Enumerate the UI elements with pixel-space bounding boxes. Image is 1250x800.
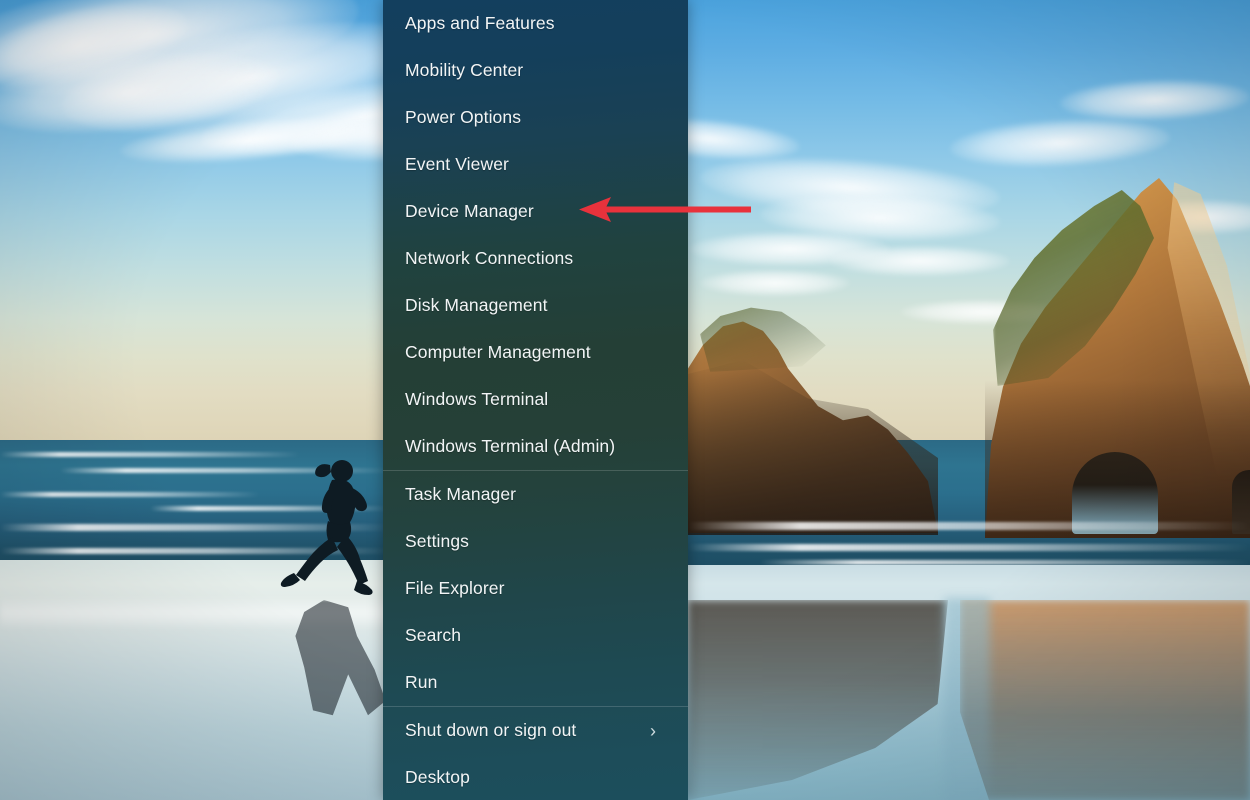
annotation-arrow-icon <box>579 197 751 222</box>
menu-item-settings[interactable]: Settings <box>383 518 688 565</box>
wave <box>688 522 1250 530</box>
menu-item-task-manager[interactable]: Task Manager <box>383 471 688 518</box>
menu-item-search[interactable]: Search <box>383 612 688 659</box>
menu-item-label: Apps and Features <box>405 13 555 33</box>
menu-item-computer-management[interactable]: Computer Management <box>383 329 688 376</box>
wave <box>688 544 1250 551</box>
menu-item-label: Windows Terminal <box>405 389 549 409</box>
menu-item-event-viewer[interactable]: Event Viewer <box>383 141 688 188</box>
menu-item-windows-terminal-admin[interactable]: Windows Terminal (Admin) <box>383 423 688 470</box>
menu-item-label: Search <box>405 625 462 645</box>
menu-item-label: Network Connections <box>405 248 574 268</box>
menu-item-label: Windows Terminal (Admin) <box>405 436 616 456</box>
menu-item-windows-terminal[interactable]: Windows Terminal <box>383 376 688 423</box>
menu-item-network-connections[interactable]: Network Connections <box>383 235 688 282</box>
chevron-right-icon: › <box>650 720 656 741</box>
menu-item-mobility-center[interactable]: Mobility Center <box>383 47 688 94</box>
winx-quick-link-menu[interactable]: Apps and Features Mobility Center Power … <box>383 0 688 800</box>
menu-item-label: Disk Management <box>405 295 548 315</box>
runner-silhouette <box>280 460 373 595</box>
menu-item-label: Desktop <box>405 767 470 787</box>
menu-item-label: Event Viewer <box>405 154 509 174</box>
wave <box>0 492 260 497</box>
menu-item-desktop[interactable]: Desktop <box>383 754 688 800</box>
cloud <box>830 246 1010 276</box>
menu-item-apps-and-features[interactable]: Apps and Features <box>383 0 688 47</box>
menu-item-disk-management[interactable]: Disk Management <box>383 282 688 329</box>
menu-item-label: Run <box>405 672 438 692</box>
menu-item-label: Task Manager <box>405 484 517 504</box>
rock-reflection <box>960 600 1250 800</box>
menu-item-file-explorer[interactable]: File Explorer <box>383 565 688 612</box>
menu-item-shut-down-or-sign-out[interactable]: Shut down or sign out › <box>383 707 688 754</box>
menu-item-label: Settings <box>405 531 470 551</box>
menu-item-run[interactable]: Run <box>383 659 688 706</box>
menu-item-label: File Explorer <box>405 578 505 598</box>
menu-item-label: Shut down or sign out <box>405 720 577 740</box>
wave <box>0 452 300 457</box>
menu-item-label: Mobility Center <box>405 60 524 80</box>
menu-item-label: Power Options <box>405 107 522 127</box>
screen: Apps and Features Mobility Center Power … <box>0 0 1250 800</box>
cloud <box>700 270 850 296</box>
menu-item-label: Device Manager <box>405 201 534 221</box>
menu-item-power-options[interactable]: Power Options <box>383 94 688 141</box>
menu-item-label: Computer Management <box>405 342 591 362</box>
water-reflection <box>944 598 990 800</box>
